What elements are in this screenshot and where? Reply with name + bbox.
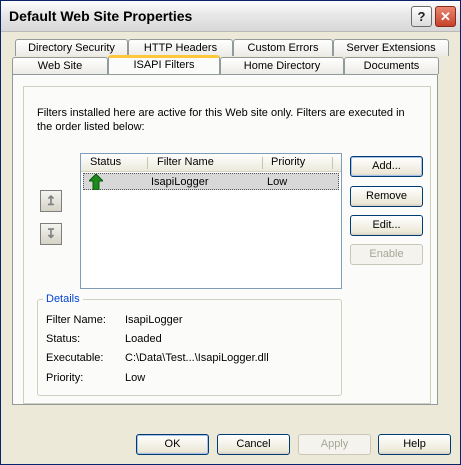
column-status[interactable]: Status — [90, 156, 121, 168]
tab-label: HTTP Headers — [143, 42, 218, 54]
title-bar[interactable]: Default Web Site Properties ? ✕ — [1, 1, 460, 32]
tab-label: Home Directory — [243, 60, 321, 72]
remove-button-label: Remove — [366, 190, 407, 202]
tab-label: Web Site — [37, 60, 83, 72]
filter-name-label: Filter Name: — [46, 314, 106, 326]
column-divider[interactable] — [262, 157, 263, 169]
tab-label: Custom Errors — [247, 42, 319, 54]
tab-isapi-filters[interactable]: ISAPI Filters — [108, 55, 220, 74]
tab-custom-errors[interactable]: Custom Errors — [233, 39, 333, 56]
tab-http-headers[interactable]: HTTP Headers — [128, 39, 233, 56]
ok-button[interactable]: OK — [136, 434, 209, 455]
executable-label: Executable: — [46, 352, 104, 364]
priority-value: Low — [125, 372, 146, 384]
arrow-up-icon: ↥ — [45, 193, 57, 208]
help-button[interactable]: Help — [378, 434, 451, 455]
tab-label: Server Extensions — [346, 42, 436, 54]
window-title: Default Web Site Properties — [9, 8, 193, 24]
remove-button[interactable]: Remove — [350, 186, 423, 207]
status-label: Status: — [46, 333, 81, 345]
question-icon: ? — [417, 9, 426, 24]
move-down-button[interactable]: ↧ — [40, 223, 62, 245]
tab-label: Documents — [363, 60, 420, 72]
table-row[interactable]: IsapiLogger Low — [83, 173, 339, 190]
column-filter-name[interactable]: Filter Name — [157, 156, 214, 168]
arrow-down-icon: ↧ — [45, 226, 57, 241]
edit-button[interactable]: Edit... — [350, 215, 423, 236]
executable-value: C:\Data\Test...\IsapiLogger.dll — [125, 352, 269, 364]
add-button-label: Add... — [372, 160, 401, 172]
green-up-arrow-icon — [89, 174, 103, 190]
tab-label: Directory Security — [28, 42, 115, 54]
enable-button-label: Enable — [369, 248, 404, 260]
enable-button[interactable]: Enable — [350, 244, 423, 265]
cancel-button[interactable]: Cancel — [217, 434, 290, 455]
tab-directory-security[interactable]: Directory Security — [15, 39, 128, 56]
list-header: Status Filter Name Priority — [81, 154, 341, 172]
apply-button[interactable]: Apply — [298, 434, 371, 455]
close-icon: ✕ — [440, 8, 451, 24]
tab-label: ISAPI Filters — [133, 59, 195, 71]
filters-description: Filters installed here are active for th… — [37, 107, 405, 133]
column-divider[interactable] — [147, 157, 148, 169]
properties-dialog: Default Web Site Properties ? ✕ Director… — [0, 0, 461, 465]
filter-name-value: IsapiLogger — [125, 314, 183, 326]
move-up-button[interactable]: ↥ — [40, 190, 62, 212]
help-button-label: Help — [403, 438, 426, 450]
help-title-button[interactable]: ? — [411, 6, 432, 27]
tab-server-extensions[interactable]: Server Extensions — [333, 39, 449, 56]
column-divider[interactable] — [332, 157, 333, 169]
priority-label: Priority: — [46, 372, 84, 384]
ok-button-label: OK — [164, 438, 181, 450]
tab-documents[interactable]: Documents — [344, 57, 439, 74]
cancel-button-label: Cancel — [236, 438, 271, 450]
filters-list[interactable]: Status Filter Name Priority IsapiLogger … — [80, 153, 342, 289]
filter-priority-cell: Low — [267, 176, 288, 188]
tab-home-directory[interactable]: Home Directory — [220, 57, 344, 74]
edit-button-label: Edit... — [372, 219, 401, 231]
details-group-label: Details — [43, 293, 83, 305]
tab-web-site[interactable]: Web Site — [12, 57, 108, 74]
close-button[interactable]: ✕ — [435, 6, 456, 27]
status-value: Loaded — [125, 333, 162, 345]
column-priority[interactable]: Priority — [271, 156, 305, 168]
filter-name-cell: IsapiLogger — [151, 176, 209, 188]
add-button[interactable]: Add... — [350, 156, 423, 177]
apply-button-label: Apply — [320, 438, 349, 450]
